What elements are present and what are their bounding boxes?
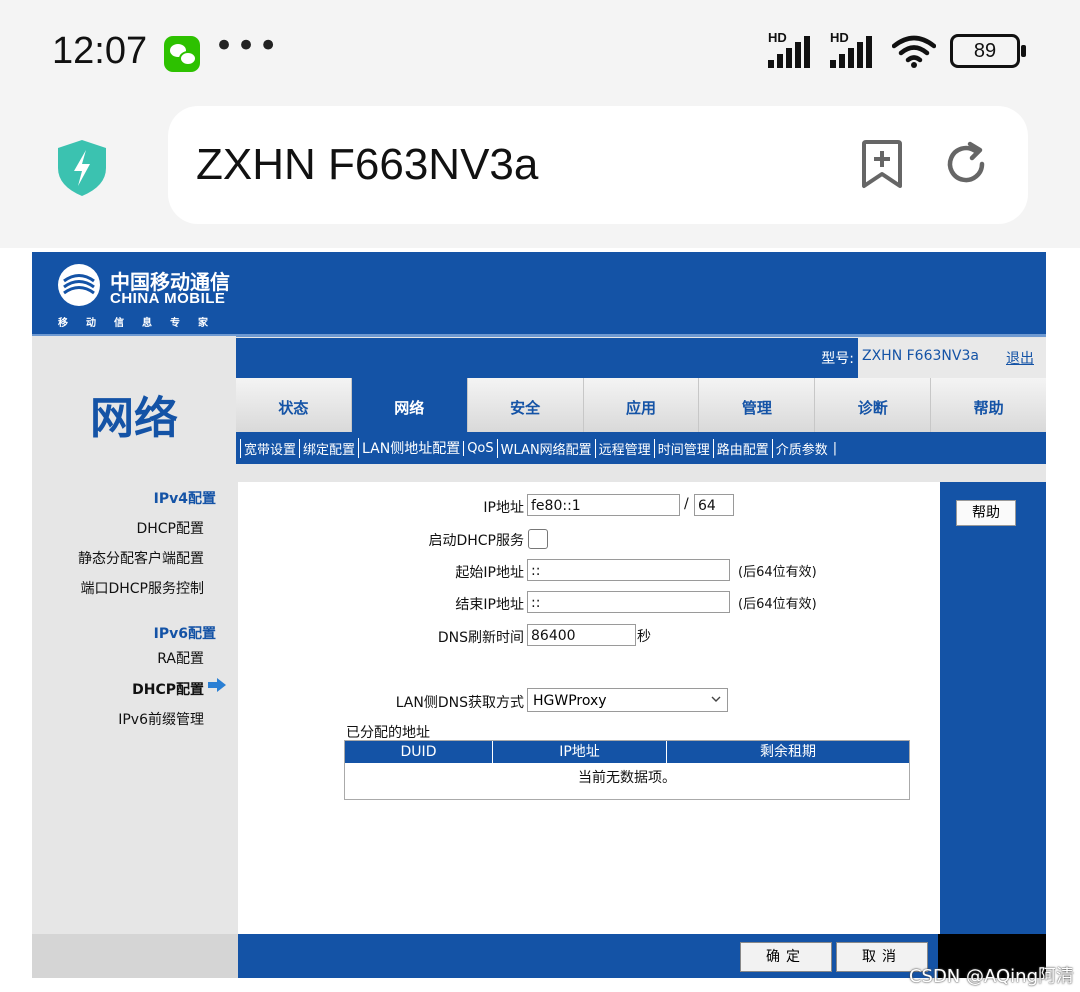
model-label: 型号:	[821, 351, 854, 367]
wifi-icon	[892, 35, 936, 68]
more-dots-icon: •••	[214, 26, 281, 66]
address-bar[interactable]: ZXHN F663NV3a	[168, 106, 1028, 224]
leftnav-item-ipv6-prefix[interactable]: IPv6前缀管理	[118, 709, 204, 729]
router-admin-page: 中国移动通信 CHINA MOBILE 移动信息专家 网络 型号: ZXHN F…	[32, 252, 1047, 978]
dhcp-service-label: 启动DHCP服务	[428, 533, 524, 549]
footer-bar: 确定 取消	[238, 934, 938, 978]
prefix-slash: /	[684, 496, 689, 512]
subnav-lan-address[interactable]: LAN侧地址配置	[358, 438, 463, 458]
model-row: 型号: ZXHN F663NV3a 退出	[236, 338, 1046, 378]
brand-header: 中国移动通信 CHINA MOBILE 移动信息专家	[32, 252, 1046, 337]
sub-navigation: 宽带设置 绑定配置 LAN侧地址配置 QoS WLAN网络配置 远程管理 时间管…	[236, 432, 1046, 464]
confirm-button[interactable]: 确定	[740, 942, 832, 972]
lan-dns-label: LAN侧DNS获取方式	[395, 695, 524, 711]
leftnav-item-port-dhcp[interactable]: 端口DHCP服务控制	[80, 578, 204, 598]
leftnav-item-ipv6-dhcp[interactable]: DHCP配置	[132, 679, 204, 699]
dhcp-service-checkbox[interactable]	[528, 529, 548, 549]
model-value-box: ZXHN F663NV3a 退出	[858, 338, 1046, 378]
subnav-qos[interactable]: QoS	[463, 440, 496, 456]
phone-status-bar: 12:07 ••• HD HD 89	[0, 0, 1080, 100]
assigned-address-table: DUID IP地址 剩余租期 当前无数据项。	[344, 740, 910, 800]
page-title: ZXHN F663NV3a	[196, 140, 539, 189]
help-sidebar: 帮助	[940, 482, 1046, 934]
current-arrow-icon	[208, 678, 226, 692]
tab-security[interactable]: 安全	[467, 378, 584, 432]
help-button[interactable]: 帮助	[956, 500, 1016, 526]
brand-slogan: 移动信息专家	[58, 318, 226, 329]
chevron-down-icon	[711, 696, 721, 702]
start-ip-hint: (后64位有效)	[738, 565, 817, 580]
leftnav-item-ipv4-dhcp[interactable]: DHCP配置	[136, 518, 204, 538]
prefix-length-input[interactable]: 64	[694, 494, 734, 516]
browser-toolbar: ZXHN F663NV3a	[0, 100, 1080, 248]
add-bookmark-icon[interactable]	[860, 140, 904, 190]
start-ip-label: 起始IP地址	[455, 565, 524, 581]
section-title: 网络	[90, 393, 178, 444]
security-shield-icon[interactable]	[56, 138, 108, 198]
table-header-row: DUID IP地址 剩余租期	[345, 741, 909, 763]
tab-network[interactable]: 网络	[351, 378, 468, 432]
wechat-icon	[164, 36, 200, 72]
main-tabs: 状态 网络 安全 应用 管理 诊断 帮助	[236, 378, 1047, 432]
china-mobile-logo-icon	[58, 264, 100, 306]
subnav-wlan[interactable]: WLAN网络配置	[496, 438, 595, 458]
brand-name-en: CHINA MOBILE	[110, 290, 226, 307]
dns-refresh-input[interactable]: 86400	[527, 624, 636, 646]
footer-left	[32, 934, 238, 978]
logout-link[interactable]: 退出	[1006, 348, 1034, 368]
tab-management[interactable]: 管理	[699, 378, 816, 432]
table-header-duid: DUID	[345, 741, 493, 763]
ip-address-label: IP地址	[483, 500, 524, 516]
end-ip-input[interactable]: ::	[527, 591, 730, 613]
dns-refresh-unit: 秒	[637, 629, 651, 645]
lan-dns-select[interactable]: HGWProxy	[527, 688, 728, 712]
leftnav-item-static-client[interactable]: 静态分配客户端配置	[78, 548, 204, 568]
subnav-binding[interactable]: 绑定配置	[299, 438, 358, 458]
battery-icon: 89	[950, 34, 1026, 68]
subnav-media[interactable]: 介质参数	[771, 438, 831, 458]
signal-1-icon: HD	[768, 30, 816, 68]
assigned-address-label: 已分配的地址	[346, 725, 430, 741]
subnav-broadband[interactable]: 宽带设置	[240, 438, 299, 458]
subnav-route[interactable]: 路由配置	[712, 438, 772, 458]
table-header-ip: IP地址	[493, 741, 667, 763]
refresh-icon[interactable]	[942, 140, 990, 188]
lan-dns-selected-value: HGWProxy	[533, 693, 607, 709]
tab-application[interactable]: 应用	[583, 378, 700, 432]
tab-help[interactable]: 帮助	[931, 378, 1047, 432]
model-value: ZXHN F663NV3a	[862, 348, 979, 364]
leftnav-group-ipv4: IPv4配置	[153, 491, 216, 507]
start-ip-input[interactable]: ::	[527, 559, 730, 581]
subnav-end-separator: |	[832, 440, 838, 456]
table-header-lease: 剩余租期	[760, 744, 816, 760]
end-ip-label: 结束IP地址	[455, 597, 524, 613]
signal-2-icon: HD	[830, 30, 878, 68]
leftnav-item-ra[interactable]: RA配置	[157, 648, 204, 668]
content-panel: IP地址 fe80::1 / 64 启动DHCP服务 起始IP地址 :: (后6…	[238, 482, 940, 934]
dns-refresh-label: DNS刷新时间	[437, 630, 524, 646]
watermark: CSDN @AQing阿清	[908, 966, 1074, 987]
end-ip-hint: (后64位有效)	[738, 597, 817, 612]
leftnav-group-ipv6: IPv6配置	[153, 626, 216, 642]
status-time: 12:07	[52, 30, 148, 72]
status-indicators: HD HD 89	[768, 30, 1026, 68]
left-navigation: IPv4配置 DHCP配置 静态分配客户端配置 端口DHCP服务控制 IPv6配…	[32, 482, 236, 932]
tab-status[interactable]: 状态	[236, 378, 352, 432]
ip-address-input[interactable]: fe80::1	[527, 494, 680, 516]
subnav-time[interactable]: 时间管理	[653, 438, 713, 458]
table-empty-message: 当前无数据项。	[578, 770, 676, 786]
tab-diagnosis[interactable]: 诊断	[815, 378, 932, 432]
subnav-remote[interactable]: 远程管理	[594, 438, 654, 458]
